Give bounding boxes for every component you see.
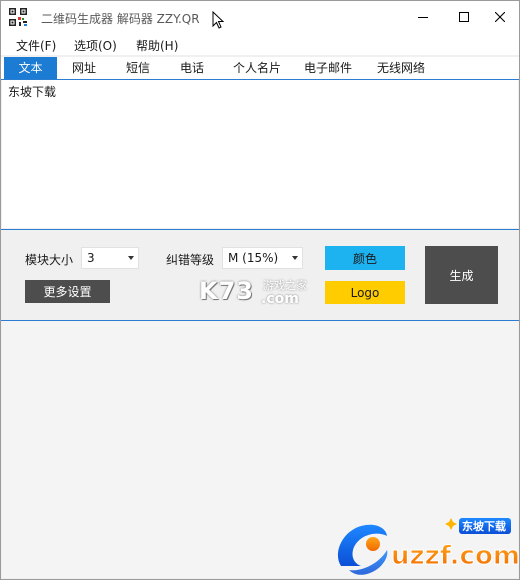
close-button[interactable] <box>482 1 518 33</box>
menu-bar: 文件(F) 选项(O) 帮助(H) <box>1 33 519 55</box>
title-bar: 二维码生成器 解码器 ZZY.QR <box>1 1 519 33</box>
k73-watermark: K73 游戏之家 .com <box>199 277 309 307</box>
close-icon <box>495 12 505 22</box>
module-size-label: 模块大小 <box>25 253 74 267</box>
tab-text[interactable]: 文本 <box>4 57 57 79</box>
maximize-button[interactable] <box>446 1 482 33</box>
svg-text:uzzf.com: uzzf.com <box>391 541 519 571</box>
minimize-button[interactable] <box>405 1 441 33</box>
tab-url[interactable]: 网址 <box>61 57 107 79</box>
window-title: 二维码生成器 解码器 ZZY.QR <box>41 12 200 26</box>
k73-domain: .com <box>261 291 299 307</box>
tab-phone[interactable]: 电话 <box>169 57 215 79</box>
chevron-down-icon <box>292 256 298 260</box>
qr-app-icon <box>8 7 28 27</box>
menu-help[interactable]: 帮助(H) <box>136 37 178 54</box>
text-input-value: 东坡下载 <box>8 85 57 99</box>
generate-button[interactable]: 生成 <box>425 246 498 304</box>
more-settings-button[interactable]: 更多设置 <box>25 280 110 303</box>
module-size-value: 3 <box>87 251 95 265</box>
module-size-select[interactable]: 3 <box>81 247 139 269</box>
menu-file[interactable]: 文件(F) <box>16 37 56 54</box>
error-level-value: M (15%) <box>228 251 279 265</box>
error-level-select[interactable]: M (15%) <box>222 247 303 269</box>
maximize-icon <box>459 12 469 22</box>
minimize-icon <box>418 17 428 18</box>
uzzf-watermark-logo: uzzf.com 东坡下载 <box>337 518 519 575</box>
tab-sms[interactable]: 短信 <box>115 57 161 79</box>
color-button[interactable]: 颜色 <box>325 246 405 270</box>
mouse-cursor-icon <box>212 11 224 29</box>
app-window: 二维码生成器 解码器 ZZY.QR 文件(F) 选项(O) 帮助(H) 文本 网… <box>0 0 520 580</box>
menu-options[interactable]: 选项(O) <box>74 37 117 54</box>
text-input-area[interactable]: 东坡下载 <box>2 80 518 228</box>
svg-text:东坡下载: 东坡下载 <box>462 519 506 533</box>
error-level-label: 纠错等级 <box>166 253 215 267</box>
tab-bar: 文本 网址 短信 电话 个人名片 电子邮件 无线网络 <box>1 57 519 80</box>
chevron-down-icon <box>128 256 134 260</box>
tab-business-card[interactable]: 个人名片 <box>227 57 287 79</box>
tab-wifi[interactable]: 无线网络 <box>371 57 431 79</box>
logo-button[interactable]: Logo <box>325 281 405 304</box>
tab-email[interactable]: 电子邮件 <box>298 57 358 79</box>
k73-logo-text: K73 <box>199 277 254 305</box>
